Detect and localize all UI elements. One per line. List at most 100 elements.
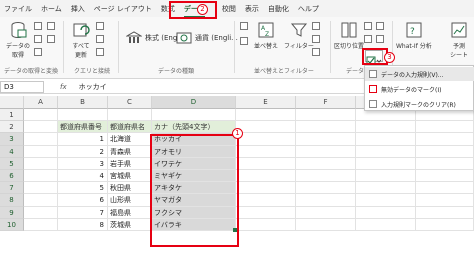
tab-file[interactable]: ファイル <box>4 4 32 14</box>
cell[interactable] <box>296 157 356 170</box>
cell[interactable] <box>416 218 474 231</box>
get-data-button[interactable]: データの 取得 <box>6 21 30 59</box>
kana-cell[interactable]: ミヤギケ <box>152 170 236 183</box>
relationships-icon[interactable] <box>376 35 384 43</box>
column-header[interactable]: A <box>24 96 58 109</box>
cell[interactable] <box>356 194 416 207</box>
row-header[interactable]: 10 <box>0 218 24 231</box>
cell[interactable] <box>24 145 58 158</box>
prefecture-name-cell[interactable]: 青森県 <box>108 145 152 158</box>
cell[interactable] <box>108 109 152 122</box>
cell[interactable] <box>152 109 236 122</box>
cell[interactable] <box>416 182 474 195</box>
cell[interactable] <box>416 157 474 170</box>
cell[interactable] <box>356 182 416 195</box>
cell[interactable] <box>236 109 296 122</box>
select-all-corner[interactable] <box>0 96 24 109</box>
kana-cell[interactable]: アキタケ <box>152 182 236 195</box>
from-table-icon[interactable] <box>34 48 42 56</box>
cell[interactable] <box>236 121 296 134</box>
column-header[interactable]: C <box>108 96 152 109</box>
text-to-columns-button[interactable]: 区切り位置 <box>334 21 364 50</box>
prefecture-number-cell[interactable]: 2 <box>58 145 108 158</box>
data-validation-button[interactable] <box>365 50 383 66</box>
row-header[interactable]: 6 <box>0 170 24 183</box>
prefecture-name-cell[interactable]: 茨城県 <box>108 218 152 231</box>
sort-button[interactable]: A Z 並べ替え <box>254 21 278 50</box>
cell[interactable] <box>296 109 356 122</box>
refresh-all-button[interactable]: すべて 更新 <box>72 21 90 59</box>
tab-automate[interactable]: 自動化 <box>268 4 289 14</box>
cell[interactable] <box>356 218 416 231</box>
menu-item-circle-invalid[interactable]: 無効データのマーク(I) <box>365 82 474 96</box>
prefecture-name-cell[interactable]: 宮城県 <box>108 170 152 183</box>
cell[interactable] <box>236 145 296 158</box>
cell[interactable] <box>236 206 296 219</box>
cell[interactable] <box>296 206 356 219</box>
queries-connections-icon[interactable] <box>96 22 104 30</box>
header-cell[interactable]: 都道府県番号 <box>58 121 108 134</box>
fill-handle[interactable] <box>233 228 237 232</box>
cell[interactable] <box>416 121 474 134</box>
tab-formulas[interactable]: 数式 <box>161 4 175 14</box>
cell[interactable] <box>236 133 296 146</box>
cell[interactable] <box>24 206 58 219</box>
sort-ascending-icon[interactable] <box>240 22 248 30</box>
prefecture-number-cell[interactable]: 4 <box>58 170 108 183</box>
cell[interactable] <box>24 182 58 195</box>
prefecture-number-cell[interactable]: 1 <box>58 133 108 146</box>
header-cell[interactable]: カナ（先頭4文字） <box>152 121 236 134</box>
cell[interactable] <box>24 218 58 231</box>
cell[interactable] <box>24 133 58 146</box>
forecast-sheet-button[interactable]: 予測 シート <box>450 21 468 59</box>
row-header[interactable]: 8 <box>0 194 24 207</box>
properties-icon[interactable] <box>96 35 104 43</box>
currency-button[interactable]: 通貨 (Engli... <box>176 31 238 45</box>
kana-cell[interactable]: フクシマ <box>152 206 236 219</box>
column-header[interactable]: F <box>296 96 356 109</box>
prefecture-name-cell[interactable]: 秋田県 <box>108 182 152 195</box>
header-cell[interactable]: 都道府県名 <box>108 121 152 134</box>
row-header[interactable]: 7 <box>0 182 24 195</box>
cell[interactable] <box>236 182 296 195</box>
prefecture-number-cell[interactable]: 8 <box>58 218 108 231</box>
row-header[interactable]: 3 <box>0 133 24 146</box>
remove-duplicates-icon[interactable] <box>364 35 372 43</box>
tab-page-layout[interactable]: ページ レイアウト <box>94 4 152 14</box>
cell[interactable] <box>296 182 356 195</box>
cell[interactable] <box>356 170 416 183</box>
cell[interactable] <box>236 194 296 207</box>
tab-view[interactable]: 表示 <box>245 4 259 14</box>
cell[interactable] <box>296 194 356 207</box>
cell[interactable] <box>24 194 58 207</box>
cell[interactable] <box>296 133 356 146</box>
cell[interactable] <box>416 206 474 219</box>
prefecture-name-cell[interactable]: 岩手県 <box>108 157 152 170</box>
existing-connections-icon[interactable] <box>47 35 55 43</box>
cell[interactable] <box>24 121 58 134</box>
cell[interactable] <box>416 194 474 207</box>
tab-insert[interactable]: 挿入 <box>71 4 85 14</box>
formula-input[interactable]: ホッカイ <box>79 82 107 92</box>
cell[interactable] <box>416 145 474 158</box>
cell[interactable] <box>24 109 58 122</box>
clear-filter-icon[interactable] <box>312 22 320 30</box>
cell[interactable] <box>296 145 356 158</box>
tab-help[interactable]: ヘルプ <box>298 4 319 14</box>
prefecture-number-cell[interactable]: 7 <box>58 206 108 219</box>
tab-review[interactable]: 校閲 <box>222 4 236 14</box>
cell[interactable] <box>24 170 58 183</box>
kana-cell[interactable]: ヤマガタ <box>152 194 236 207</box>
row-header[interactable]: 9 <box>0 206 24 219</box>
advanced-filter-icon[interactable] <box>312 48 320 56</box>
cell[interactable] <box>296 121 356 134</box>
cell[interactable] <box>236 157 296 170</box>
menu-item-data-validation[interactable]: データの入力規則(V)... <box>365 67 474 81</box>
cell[interactable] <box>356 145 416 158</box>
cell[interactable] <box>58 109 108 122</box>
cell[interactable] <box>356 121 416 134</box>
row-header[interactable]: 4 <box>0 145 24 158</box>
prefecture-number-cell[interactable]: 6 <box>58 194 108 207</box>
cell[interactable] <box>296 218 356 231</box>
prefecture-name-cell[interactable]: 福島県 <box>108 206 152 219</box>
